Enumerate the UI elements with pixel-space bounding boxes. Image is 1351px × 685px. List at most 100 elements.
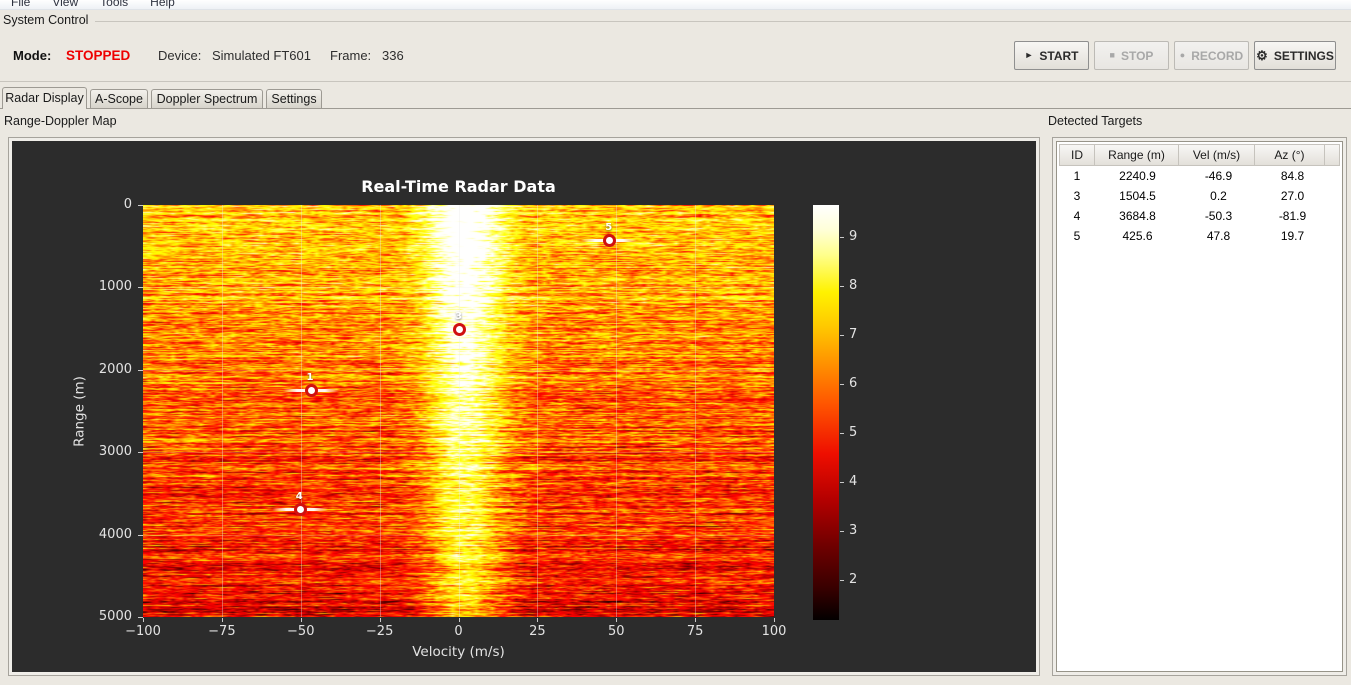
stop-icon: ■: [1109, 50, 1115, 60]
gridline-vertical: [537, 205, 539, 617]
target-marker: [304, 383, 318, 397]
plot-title: Real-Time Radar Data: [361, 177, 556, 196]
y-tick-mark: [138, 534, 143, 536]
y-tick-mark: [138, 287, 143, 289]
table-cell: -50.3: [1204, 209, 1233, 223]
x-tick-label: −25: [365, 624, 394, 639]
range-doppler-map-frame: Real-Time Radar Data −100 −75 −50 −25 0 25 50 7…: [8, 137, 1040, 676]
colorbar-tick-label: 4: [849, 473, 858, 489]
settings-button[interactable]: ⚙ SETTINGS: [1254, 41, 1336, 70]
x-tick-mark: [774, 618, 775, 622]
start-icon: ►: [1024, 50, 1034, 60]
table-cell: 3684.8: [1119, 209, 1156, 223]
colorbar-tick-label: 2: [849, 571, 858, 587]
colorbar-tick-mark: [840, 579, 844, 581]
tab-radar-display[interactable]: Radar Display: [2, 87, 87, 109]
colorbar-tick-mark: [840, 481, 844, 483]
x-tick-mark: [458, 618, 460, 622]
menu-item-help[interactable]: Help: [139, 0, 186, 9]
mode-label: Mode:: [13, 48, 52, 63]
gridline-vertical: [221, 205, 223, 617]
colorbar-tick-label: 7: [849, 326, 858, 342]
colorbar-tick-mark: [840, 334, 844, 336]
target-id-label: 5: [605, 222, 613, 234]
y-tick-label: 0: [123, 197, 132, 212]
tab-a-scope[interactable]: A-Scope: [90, 89, 148, 108]
table-cell: 425.6: [1122, 229, 1153, 243]
gridline-horizontal: [143, 287, 774, 289]
gridline-horizontal: [143, 369, 774, 371]
mode-value: STOPPED: [66, 48, 131, 63]
table-cell: 1504.5: [1119, 189, 1156, 203]
x-tick-mark: [537, 618, 539, 622]
record-button-label: RECORD: [1191, 48, 1244, 63]
tab-doppler-spectrum[interactable]: Doppler Spectrum: [151, 89, 263, 108]
y-tick-mark: [138, 205, 143, 206]
x-tick-label: 75: [686, 624, 704, 639]
y-tick-label: 4000: [98, 526, 132, 542]
table-cell: 1: [1073, 169, 1081, 183]
y-tick-label: 5000: [98, 609, 132, 624]
colorbar-tick-label: 6: [849, 375, 858, 391]
column-header-filler: [1324, 144, 1340, 166]
menu-item-tools[interactable]: Tools: [89, 0, 139, 9]
gridline-vertical: [458, 205, 460, 617]
frame-label: Frame:: [330, 48, 372, 63]
menu-item-view[interactable]: View: [41, 0, 89, 9]
menu-bar: File View Tools Help: [0, 0, 1351, 10]
table-cell: 47.8: [1206, 229, 1231, 243]
range-doppler-map-label: Range-Doppler Map: [4, 114, 117, 128]
colorbar-tick-label: 9: [849, 228, 858, 244]
colorbar-tick-mark: [840, 530, 844, 532]
column-header-range-m[interactable]: Range (m): [1094, 144, 1179, 166]
gridline-vertical: [616, 205, 618, 617]
table-cell: 4: [1073, 209, 1081, 223]
table-cell: -81.9: [1278, 209, 1307, 223]
detected-targets-label: Detected Targets: [1048, 114, 1143, 128]
colorbar: [813, 205, 839, 620]
x-tick-label: −100: [125, 624, 161, 639]
app-window: File View Tools Help System Control Mode: S…: [0, 0, 1351, 685]
start-button[interactable]: ► START: [1014, 41, 1089, 70]
column-header-az[interactable]: Az (°): [1254, 144, 1325, 166]
column-header-id[interactable]: ID: [1059, 144, 1095, 166]
colorbar-tick-mark: [840, 383, 844, 385]
table-row[interactable]: 1 2240.9 -46.9 84.8: [1059, 166, 1340, 186]
x-tick-mark: [300, 618, 302, 622]
y-tick-label: 1000: [98, 279, 132, 295]
detected-targets-panel: ID Range (m) Vel (m/s) Az (°) 1 2240.9 -46.9 84…: [1056, 141, 1343, 672]
colorbar-tick-mark: [840, 285, 844, 287]
table-cell: 3: [1073, 189, 1081, 203]
table-cell: 19.7: [1280, 229, 1305, 243]
x-tick-mark: [616, 618, 618, 622]
frame-value: 336: [382, 48, 404, 63]
radar-plot-panel: Real-Time Radar Data −100 −75 −50 −25 0 25 50 7…: [12, 141, 1036, 672]
x-tick-label: −50: [287, 624, 315, 639]
device-value: Simulated FT601: [212, 48, 311, 63]
column-header-vel-m-s[interactable]: Vel (m/s): [1178, 144, 1255, 166]
colorbar-tick-label: 8: [849, 277, 858, 293]
stop-button-label: STOP: [1120, 48, 1154, 63]
x-tick-mark: [143, 618, 144, 622]
settings-icon: ⚙: [1256, 48, 1268, 63]
target-marker: [293, 502, 307, 516]
gridline-vertical: [379, 205, 381, 617]
colorbar-tick-mark: [840, 432, 844, 434]
start-button-label: START: [1039, 48, 1079, 63]
x-tick-label: 0: [454, 624, 463, 639]
table-cell: 84.8: [1280, 169, 1305, 183]
menu-item-file[interactable]: File: [0, 0, 41, 9]
table-cell: -46.9: [1204, 169, 1233, 183]
tab-settings[interactable]: Settings: [266, 89, 322, 108]
y-tick-mark: [138, 369, 143, 371]
y-axis-label: Range (m): [71, 376, 88, 447]
gridline-vertical: [300, 205, 302, 617]
target-id-label: 1: [306, 371, 314, 383]
record-button[interactable]: ● RECORD: [1174, 41, 1249, 70]
x-tick-mark: [379, 618, 381, 622]
stop-button[interactable]: ■ STOP: [1094, 41, 1169, 70]
colorbar-tick-mark: [840, 236, 844, 238]
table-row[interactable]: 4 3684.8 -50.3 -81.9: [1059, 206, 1340, 226]
table-row[interactable]: 5 425.6 47.8 19.7: [1059, 226, 1340, 246]
table-row[interactable]: 3 1504.5 0.2 27.0: [1059, 186, 1340, 206]
